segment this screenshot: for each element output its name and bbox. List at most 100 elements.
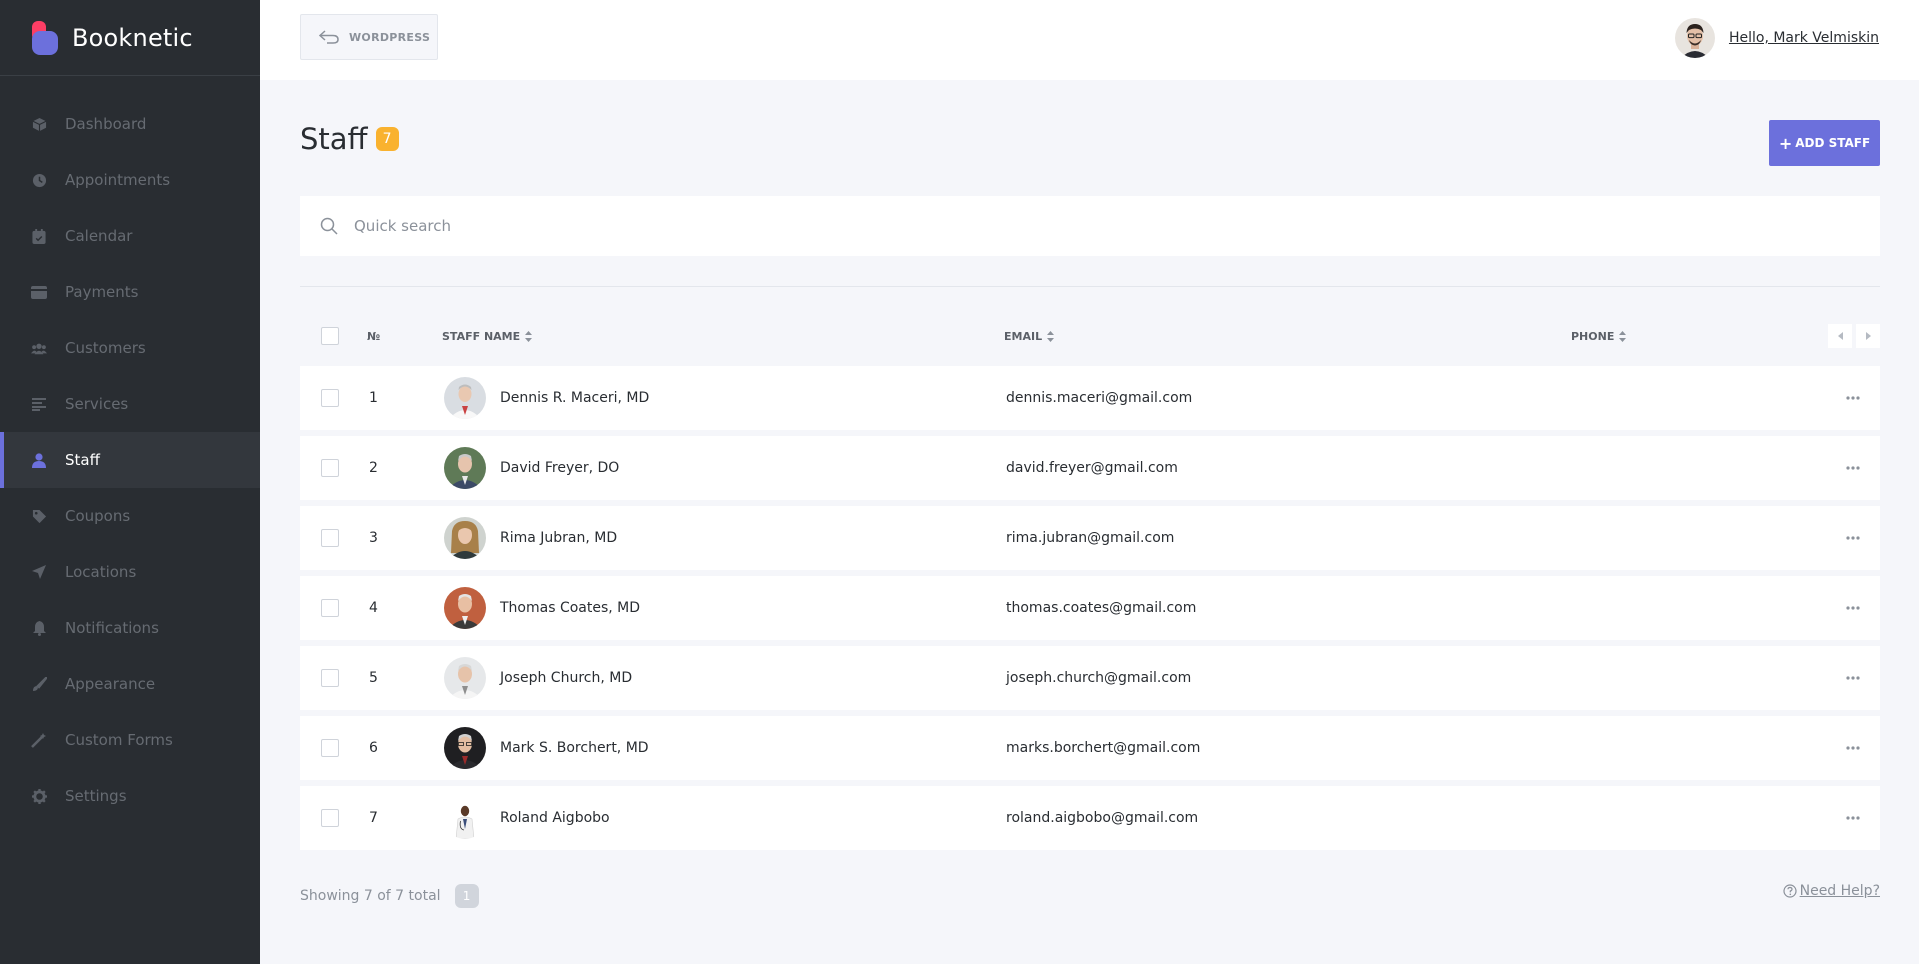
wordpress-back-button[interactable]: WORDPRESS <box>300 14 438 60</box>
column-header-phone[interactable]: PHONE <box>1571 330 1627 343</box>
table-row[interactable]: 4 Thomas Coates, MD thomas.coates@gmail.… <box>300 576 1880 640</box>
row-checkbox[interactable] <box>321 459 339 477</box>
row-checkbox[interactable] <box>321 599 339 617</box>
brand[interactable]: Booknetic <box>0 0 260 76</box>
user-menu[interactable]: Hello, Mark Velmiskin <box>1674 18 1879 58</box>
select-all-checkbox[interactable] <box>321 327 339 345</box>
table-row[interactable]: 7 Roland Aigbobo roland.aigbobo@gmail.co… <box>300 786 1880 850</box>
sidebar-item-payments[interactable]: Payments <box>0 264 260 320</box>
avatar[interactable] <box>1674 18 1715 58</box>
pagination-info: Showing 7 of 7 total 1 <box>300 884 479 908</box>
avatar <box>444 377 486 419</box>
sidebar-item-appointments[interactable]: Appointments <box>0 152 260 208</box>
page-number-button[interactable]: 1 <box>454 884 479 908</box>
sidebar-item-label: Notifications <box>65 619 159 637</box>
table-row[interactable]: 6 Mark S. Borchert, MD marks.borchert@gm… <box>300 716 1880 780</box>
row-actions-button[interactable] <box>1846 786 1860 850</box>
sidebar-item-label: Appointments <box>65 171 171 189</box>
row-number: 1 <box>369 390 378 406</box>
search-input[interactable] <box>352 216 1752 236</box>
row-actions-button[interactable] <box>1846 716 1860 780</box>
table-row[interactable]: 1 Dennis R. Maceri, MD dennis.maceri@gma… <box>300 366 1880 430</box>
sidebar-item-notifications[interactable]: Notifications <box>0 600 260 656</box>
showing-text: Showing 7 of 7 total <box>300 888 441 904</box>
top-bar: WORDPRESS Hello, Mark Velmiskin <box>260 0 1919 80</box>
question-circle-icon <box>1783 884 1797 898</box>
sidebar-item-label: Calendar <box>65 227 133 245</box>
staff-email: marks.borchert@gmail.com <box>1006 740 1201 756</box>
staff-email: roland.aigbobo@gmail.com <box>1006 810 1199 826</box>
brand-name: Booknetic <box>72 23 193 52</box>
row-checkbox[interactable] <box>321 809 339 827</box>
avatar <box>444 587 486 629</box>
table-row[interactable]: 3 Rima Jubran, MD rima.jubran@gmail.com <box>300 506 1880 570</box>
column-scroll-arrows <box>1824 324 1880 348</box>
staff-name: Roland Aigbobo <box>500 810 610 826</box>
row-actions-button[interactable] <box>1846 646 1860 710</box>
user-icon <box>31 452 47 468</box>
list-icon <box>31 396 47 412</box>
column-header-email[interactable]: EMAIL <box>1004 330 1055 343</box>
sidebar-item-label: Appearance <box>65 675 156 693</box>
sidebar-item-label: Services <box>65 395 129 413</box>
add-staff-button[interactable]: + ADD STAFF <box>1769 120 1880 166</box>
row-number: 4 <box>369 600 378 616</box>
sidebar-nav: Dashboard Appointments Calendar Payments… <box>0 96 260 824</box>
sidebar-item-appearance[interactable]: Appearance <box>0 656 260 712</box>
staff-table-body: 1 Dennis R. Maceri, MD dennis.maceri@gma… <box>300 366 1880 856</box>
bell-icon <box>31 620 47 636</box>
users-icon <box>31 340 47 356</box>
clock-icon <box>31 172 47 188</box>
avatar <box>444 727 486 769</box>
avatar <box>444 657 486 699</box>
row-actions-button[interactable] <box>1846 436 1860 500</box>
row-checkbox[interactable] <box>321 669 339 687</box>
sidebar-item-label: Payments <box>65 283 139 301</box>
staff-email: dennis.maceri@gmail.com <box>1006 390 1193 406</box>
row-actions-button[interactable] <box>1846 366 1860 430</box>
sidebar-item-dashboard[interactable]: Dashboard <box>0 96 260 152</box>
brush-icon <box>31 676 47 692</box>
staff-count-badge: 7 <box>375 127 399 151</box>
more-dots-icon <box>1846 466 1860 470</box>
column-header-staff-name[interactable]: STAFF NAME <box>442 330 533 343</box>
sidebar-item-custom-forms[interactable]: Custom Forms <box>0 712 260 768</box>
avatar <box>444 797 486 839</box>
table-row[interactable]: 5 Joseph Church, MD joseph.church@gmail.… <box>300 646 1880 710</box>
sidebar-item-calendar[interactable]: Calendar <box>0 208 260 264</box>
select-all-cell <box>321 327 339 345</box>
sort-icon <box>1047 330 1055 342</box>
sidebar-item-label: Dashboard <box>65 115 147 133</box>
staff-email: joseph.church@gmail.com <box>1006 670 1192 686</box>
table-row[interactable]: 2 David Freyer, DO david.freyer@gmail.co… <box>300 436 1880 500</box>
sidebar-item-locations[interactable]: Locations <box>0 544 260 600</box>
need-help-link[interactable]: Need Help? <box>1783 883 1880 899</box>
row-checkbox[interactable] <box>321 389 339 407</box>
staff-name: Thomas Coates, MD <box>500 600 641 616</box>
sidebar-item-staff[interactable]: Staff <box>0 432 260 488</box>
search-bar <box>300 196 1880 256</box>
scroll-right-button[interactable] <box>1856 324 1880 348</box>
table-header: № STAFF NAME EMAIL PHONE <box>300 320 1880 352</box>
row-number: 5 <box>369 670 378 686</box>
cube-icon <box>31 116 47 132</box>
sidebar: Booknetic Dashboard Appointments Calenda… <box>0 0 260 964</box>
sidebar-item-customers[interactable]: Customers <box>0 320 260 376</box>
staff-name: Rima Jubran, MD <box>500 530 618 546</box>
more-dots-icon <box>1846 676 1860 680</box>
sidebar-item-services[interactable]: Services <box>0 376 260 432</box>
staff-name: Joseph Church, MD <box>500 670 633 686</box>
sidebar-item-coupons[interactable]: Coupons <box>0 488 260 544</box>
user-greeting[interactable]: Hello, Mark Velmiskin <box>1729 30 1879 46</box>
row-checkbox[interactable] <box>321 739 339 757</box>
need-help-label: Need Help? <box>1799 883 1880 899</box>
staff-name: David Freyer, DO <box>500 460 620 476</box>
row-actions-button[interactable] <box>1846 576 1860 640</box>
magic-wand-icon <box>31 732 47 748</box>
location-arrow-icon <box>31 564 47 580</box>
more-dots-icon <box>1846 536 1860 540</box>
scroll-left-button[interactable] <box>1828 324 1852 348</box>
sidebar-item-settings[interactable]: Settings <box>0 768 260 824</box>
row-checkbox[interactable] <box>321 529 339 547</box>
row-actions-button[interactable] <box>1846 506 1860 570</box>
